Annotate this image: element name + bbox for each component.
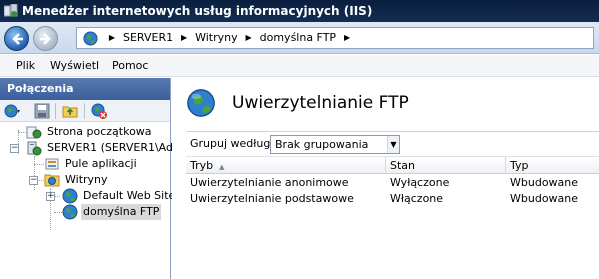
globe-icon: [187, 89, 215, 117]
back-button[interactable]: [4, 26, 29, 51]
globe-icon: [62, 204, 78, 220]
globe-icon: [62, 188, 78, 204]
connect-icon[interactable]: [4, 103, 20, 119]
iis-app-icon: [4, 4, 18, 17]
forward-button[interactable]: [33, 26, 58, 51]
page-title: Uwierzytelnianie FTP: [232, 93, 409, 113]
table-row[interactable]: Uwierzytelnianie podstawowe Włączone Wbu…: [186, 191, 599, 207]
list-header: Tryb ▲ Stan Typ: [186, 156, 599, 174]
breadcrumb-server[interactable]: SERVER1: [119, 28, 177, 48]
connections-header: Połączenia: [0, 78, 170, 100]
menu-bar: Plik Wyświetl Pomoc: [0, 55, 599, 77]
server-icon: [27, 141, 42, 156]
main-panel: Uwierzytelnianie FTP Grupuj według: Brak…: [172, 78, 599, 279]
arrow-left-icon: [12, 33, 23, 45]
tree-item-label: Witryny: [65, 173, 108, 186]
disconnect-icon[interactable]: [91, 103, 107, 119]
cell-state: Włączone: [390, 192, 444, 205]
table-row[interactable]: Uwierzytelnianie anonimowe Wyłączone Wbu…: [186, 175, 599, 191]
window-title-bar: Menedżer internetowych usług informacyjn…: [0, 0, 599, 22]
tree-item-label: SERVER1 (SERVER1\Adm: [47, 141, 184, 154]
cell-state: Wyłączone: [390, 176, 450, 189]
column-header-type[interactable]: Typ: [506, 157, 599, 174]
tree-item-label: Default Web Site: [83, 189, 176, 202]
column-header-mode[interactable]: Tryb ▲: [186, 157, 386, 174]
breadcrumb-sites[interactable]: Witryny: [191, 28, 242, 48]
cell-type: Wbudowane: [510, 192, 579, 205]
chevron-right-icon[interactable]: ▶: [105, 28, 119, 48]
app-pools-icon: [45, 158, 59, 170]
connections-panel: Połączenia Strona początkowa − SERVER1 (…: [0, 78, 184, 279]
tree-item-sites[interactable]: Witryny: [44, 172, 171, 188]
sort-ascending-icon: ▲: [219, 163, 225, 171]
chevron-right-icon[interactable]: ▶: [242, 28, 256, 48]
breadcrumb-ftp-site[interactable]: domyślna FTP: [256, 28, 340, 48]
menu-help[interactable]: Pomoc: [112, 55, 148, 77]
save-icon[interactable]: [34, 103, 50, 119]
expand-default-web-site-toggle[interactable]: +: [46, 192, 55, 201]
breadcrumb: ▶ SERVER1 ▶ Witryny ▶ domyślna FTP ▶: [105, 28, 354, 48]
cell-type: Wbudowane: [510, 176, 579, 189]
column-header-state[interactable]: Stan: [386, 157, 506, 174]
arrow-right-icon: [40, 33, 51, 45]
tree-item-server[interactable]: SERVER1 (SERVER1\Adm: [26, 140, 184, 156]
tree-item-label: domyślna FTP: [81, 204, 162, 220]
collapse-server-toggle[interactable]: −: [10, 144, 19, 153]
connections-toolbar: [0, 100, 170, 122]
navigation-bar: ▶ SERVER1 ▶ Witryny ▶ domyślna FTP ▶: [0, 22, 599, 54]
address-bar[interactable]: ▶ SERVER1 ▶ Witryny ▶ domyślna FTP ▶: [76, 27, 594, 49]
chevron-right-icon[interactable]: ▶: [340, 28, 354, 48]
start-page-icon: [26, 126, 42, 139]
group-by-bar: Grupuj według: Brak grupowania ▼: [186, 131, 599, 155]
tree-item-start-page[interactable]: Strona początkowa: [26, 124, 171, 140]
group-by-label: Grupuj według:: [190, 137, 275, 150]
tree-item-default-web-site[interactable]: Default Web Site: [62, 188, 175, 204]
menu-file[interactable]: Plik: [16, 55, 35, 77]
tree-item-ftp-site[interactable]: domyślna FTP: [62, 204, 171, 220]
sites-folder-icon: [44, 174, 60, 187]
menu-view[interactable]: Wyświetl: [50, 55, 99, 77]
tree-item-app-pools[interactable]: Pule aplikacji: [44, 156, 171, 172]
group-by-value: Brak grupowania: [275, 138, 369, 151]
group-by-select[interactable]: Brak grupowania ▼: [270, 135, 400, 154]
cell-mode: Uwierzytelnianie podstawowe: [190, 192, 354, 205]
window-title: Menedżer internetowych usług informacyjn…: [22, 4, 373, 18]
collapse-sites-toggle[interactable]: −: [29, 176, 38, 185]
tree-item-label: Pule aplikacji: [65, 157, 137, 170]
chevron-down-icon[interactable]: ▼: [387, 136, 399, 153]
chevron-right-icon[interactable]: ▶: [177, 28, 191, 48]
cell-mode: Uwierzytelnianie anonimowe: [190, 176, 349, 189]
up-folder-icon[interactable]: [62, 103, 78, 119]
tree-item-label: Strona początkowa: [47, 125, 152, 138]
globe-icon: [83, 31, 98, 46]
